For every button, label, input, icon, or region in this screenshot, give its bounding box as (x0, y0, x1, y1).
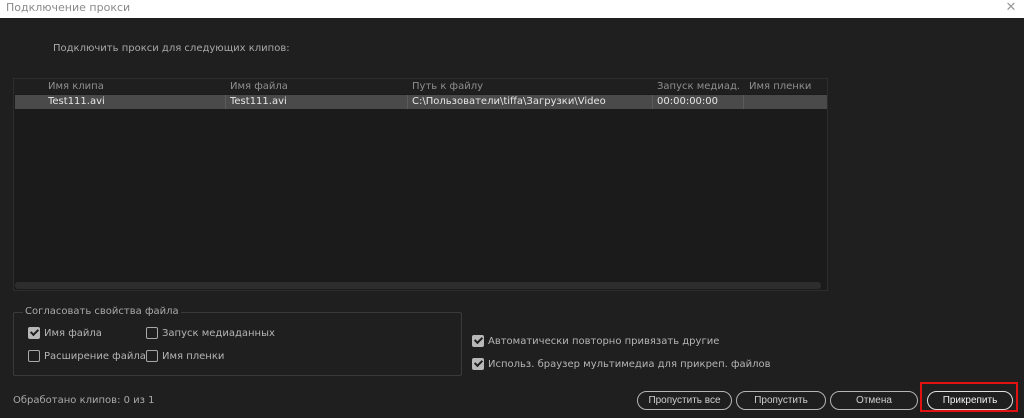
column-divider (652, 95, 653, 109)
window-title: Подключение прокси (6, 1, 131, 14)
checkbox-media-start[interactable]: Запуск медиаданных (146, 327, 275, 339)
column-divider (743, 95, 744, 109)
table-header: Имя клипа Имя файла Путь к файлу Запуск … (14, 79, 827, 94)
dialog-subtitle: Подключить прокси для следующих клипов: (53, 43, 290, 54)
checkbox-label: Автоматически повторно привязать другие (488, 335, 720, 347)
table-row[interactable]: Test111.avi Test111.avi C:\Пользователи\… (15, 95, 827, 109)
column-header-clip-name[interactable]: Имя клипа (48, 81, 218, 92)
checkbox-file-extension[interactable]: Расширение файла (28, 350, 146, 362)
cancel-button[interactable]: Отмена (830, 391, 918, 410)
cell-clip-name: Test111.avi (48, 96, 105, 107)
column-divider (407, 95, 408, 109)
match-properties-group (13, 312, 462, 376)
cell-file-name: Test111.avi (230, 96, 287, 107)
column-header-media-start[interactable]: Запуск медиад... (657, 81, 741, 92)
skip-button[interactable]: Пропустить (736, 391, 826, 410)
checkbox-file-name[interactable]: Имя файла (28, 327, 102, 339)
checkbox-label: Расширение файла (44, 350, 146, 362)
checkbox-auto-relink[interactable]: Автоматически повторно привязать другие (472, 335, 719, 347)
checkbox-unchecked-icon (146, 327, 158, 339)
checkbox-tape-name[interactable]: Имя пленки (146, 350, 224, 362)
checkbox-label: Запуск медиаданных (162, 327, 275, 339)
checkbox-use-media-browser[interactable]: Использ. браузер мультимедиа для прикреп… (472, 358, 771, 370)
column-header-file-path[interactable]: Путь к файлу (412, 81, 647, 92)
horizontal-scrollbar[interactable] (15, 282, 821, 289)
checkbox-label: Использ. браузер мультимедиа для прикреп… (488, 358, 771, 370)
clips-table[interactable]: Имя клипа Имя файла Путь к файлу Запуск … (13, 78, 828, 291)
match-properties-legend: Согласовать свойства файла (23, 306, 181, 317)
cell-file-path: C:\Пользователи\tiffa\Загрузки\Video (412, 96, 606, 107)
checkbox-checked-icon (472, 335, 484, 347)
checkbox-unchecked-icon (146, 350, 158, 362)
checkbox-label: Имя пленки (162, 350, 225, 362)
attach-button-highlight (920, 382, 1018, 412)
checkbox-checked-icon (472, 358, 484, 370)
column-header-tape-name[interactable]: Имя пленки (749, 81, 827, 92)
title-bar: Подключение прокси ✕ (0, 0, 1024, 18)
status-text: Обработано клипов: 0 из 1 (13, 395, 155, 406)
column-header-file-name[interactable]: Имя файла (230, 81, 400, 92)
cell-media-start: 00:00:00:00 (657, 96, 719, 107)
close-icon[interactable]: ✕ (1004, 0, 1018, 16)
column-divider (225, 95, 226, 109)
checkbox-checked-icon (28, 327, 40, 339)
checkbox-unchecked-icon (28, 350, 40, 362)
checkbox-label: Имя файла (44, 327, 102, 339)
skip-all-button[interactable]: Пропустить все (637, 391, 732, 410)
